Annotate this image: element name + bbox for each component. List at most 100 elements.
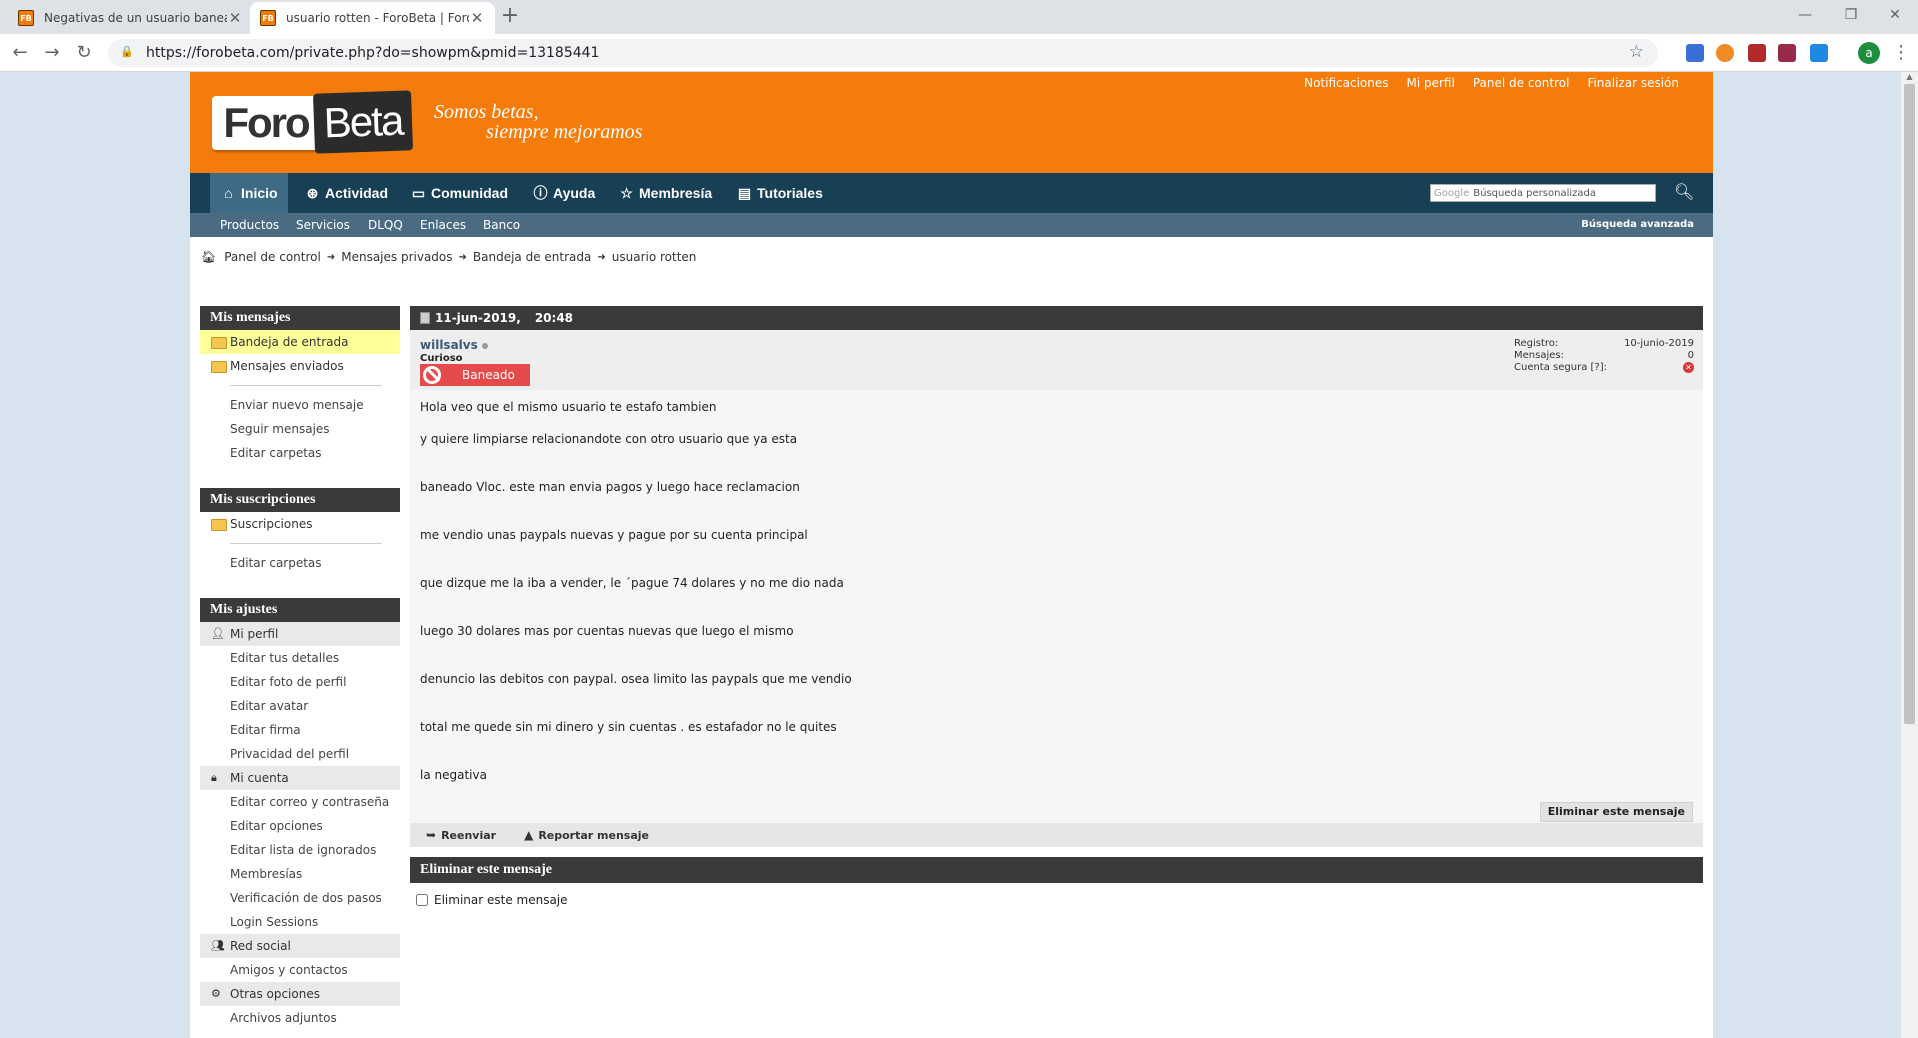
delete-checkbox-label: Eliminar este mensaje bbox=[434, 893, 568, 907]
subnav-enlaces[interactable]: Enlaces bbox=[420, 213, 466, 237]
sidebar-item[interactable]: Editar avatar bbox=[200, 694, 400, 718]
back-icon[interactable]: ← bbox=[8, 41, 32, 65]
subnav-servicios[interactable]: Servicios bbox=[296, 213, 350, 237]
browser-tab-2[interactable]: FB usuario rotten - ForoBeta | Foro de ✕ bbox=[250, 2, 495, 34]
sidebar-item-nuevo-mensaje[interactable]: Enviar nuevo mensaje bbox=[200, 393, 400, 417]
scrollbar-thumb[interactable] bbox=[1904, 84, 1915, 724]
browser-tab-1[interactable]: FB Negativas de un usuario baneado ✕ bbox=[8, 2, 253, 34]
nav-comunidad[interactable]: ▭ Comunidad bbox=[400, 173, 518, 213]
subnav-banco[interactable]: Banco bbox=[483, 213, 520, 237]
bookmark-star-icon[interactable]: ☆ bbox=[1629, 42, 1644, 62]
sidebar-item[interactable]: Archivos adjuntos bbox=[200, 1006, 400, 1030]
search-input[interactable]: Google Búsqueda personalizada bbox=[1430, 184, 1656, 202]
close-icon[interactable]: ✕ bbox=[469, 9, 485, 27]
link-finalizar-sesion[interactable]: Finalizar sesión bbox=[1587, 74, 1679, 92]
delete-message-button[interactable]: Eliminar este mensaje bbox=[1539, 802, 1693, 822]
forward-button[interactable]: ➥ Reenviar bbox=[426, 828, 496, 842]
sidebar-item[interactable]: Membresías bbox=[200, 862, 400, 886]
sidebar-item[interactable]: Editar correo y contraseña bbox=[200, 790, 400, 814]
nav-tutoriales[interactable]: ▤ Tutoriales bbox=[726, 173, 833, 213]
address-bar[interactable]: 🔒 https://forobeta.com/private.php?do=sh… bbox=[108, 39, 1658, 67]
link-mi-perfil[interactable]: Mi perfil bbox=[1407, 74, 1455, 92]
link-panel-de-control[interactable]: Panel de control bbox=[1473, 74, 1570, 92]
star-icon: ☆ bbox=[620, 184, 633, 201]
nav-membresia[interactable]: ☆ Membresía bbox=[608, 173, 722, 213]
link-notificaciones[interactable]: Notificaciones bbox=[1304, 74, 1388, 92]
search-placeholder: Búsqueda personalizada bbox=[1473, 187, 1596, 199]
main-nav: ⌂ Inicio ⊛ Actividad ▭ Comunidad ⓘ Ayuda… bbox=[190, 173, 1713, 213]
extension-red-shield-icon[interactable] bbox=[1778, 44, 1796, 62]
nav-actividad[interactable]: ⊛ Actividad bbox=[294, 173, 398, 213]
profile-avatar[interactable]: a bbox=[1858, 42, 1880, 64]
subnav-productos[interactable]: Productos bbox=[220, 213, 279, 237]
close-icon[interactable]: ✕ bbox=[227, 9, 243, 27]
message-userinfo: willsalvs Curioso Baneado Registro: 10-ju… bbox=[410, 330, 1703, 390]
reload-icon[interactable]: ↻ bbox=[72, 41, 96, 65]
restore-button[interactable]: ❐ bbox=[1836, 4, 1866, 26]
sidebar-item[interactable]: Amigos y contactos bbox=[200, 958, 400, 982]
extension-orange-icon[interactable] bbox=[1716, 44, 1734, 62]
extension-s-icon[interactable] bbox=[1810, 44, 1828, 62]
sidebar-section-red-social[interactable]: 👥︎ Red social bbox=[200, 934, 400, 958]
section-label: Red social bbox=[230, 939, 291, 953]
breadcrumb-mensajes[interactable]: Mensajes privados bbox=[341, 250, 452, 264]
sidebar-item-editar-carpetas[interactable]: Editar carpetas bbox=[200, 551, 400, 575]
sidebar-item-bandeja[interactable]: Bandeja de entrada bbox=[200, 330, 400, 354]
scroll-up-arrow-icon[interactable]: ▲ bbox=[1901, 72, 1918, 84]
section-label: Mi perfil bbox=[230, 627, 279, 641]
advanced-search-link[interactable]: Búsqueda avanzada bbox=[1581, 213, 1694, 237]
menu-kebab-icon[interactable]: ⋮ bbox=[1892, 42, 1910, 64]
slogan-line-1: Somos betas, bbox=[434, 101, 539, 123]
subnav-dlqq[interactable]: DLQQ bbox=[368, 213, 403, 237]
sidebar-item-editar-carpetas[interactable]: Editar carpetas bbox=[200, 441, 400, 465]
extension-shield-icon[interactable] bbox=[1748, 44, 1766, 62]
sidebar-item[interactable]: Privacidad del perfil bbox=[200, 742, 400, 766]
delete-checkbox[interactable] bbox=[416, 894, 428, 906]
stat-label-text: Cuenta segura bbox=[1514, 362, 1588, 373]
sidebar-heading: Mis mensajes bbox=[200, 306, 400, 330]
breadcrumb-panel[interactable]: Panel de control bbox=[224, 250, 321, 264]
username-link[interactable]: willsalvs bbox=[420, 338, 488, 352]
minimize-button[interactable]: — bbox=[1790, 4, 1820, 26]
page-scrollbar[interactable]: ▲ bbox=[1901, 72, 1918, 1038]
sidebar-item[interactable]: Login Sessions bbox=[200, 910, 400, 934]
sidebar-item[interactable]: Editar opciones bbox=[200, 814, 400, 838]
tab-title: usuario rotten - ForoBeta | Foro de bbox=[286, 11, 469, 25]
sidebar-item[interactable]: Editar firma bbox=[200, 718, 400, 742]
sidebar-item-seguir[interactable]: Seguir mensajes bbox=[200, 417, 400, 441]
badge-label: Baneado bbox=[462, 368, 515, 382]
extension-blocker-icon[interactable] bbox=[1686, 44, 1704, 62]
home-icon[interactable]: 🏠︎ bbox=[201, 250, 216, 264]
offline-status-icon bbox=[481, 342, 488, 349]
sidebar-item[interactable]: Editar foto de perfil bbox=[200, 670, 400, 694]
sidebar-section-mi-cuenta[interactable]: 🔒︎ Mi cuenta bbox=[200, 766, 400, 790]
header-top-links: Notificaciones Mi perfil Panel de contro… bbox=[1304, 74, 1679, 92]
forobeta-logo[interactable]: Foro Beta bbox=[212, 90, 414, 154]
sidebar-item-enviados[interactable]: Mensajes enviados bbox=[200, 354, 400, 378]
forward-icon[interactable]: → bbox=[40, 41, 64, 65]
sidebar-mis-mensajes: Mis mensajes Bandeja de entrada Mensajes… bbox=[200, 306, 400, 465]
nav-inicio[interactable]: ⌂ Inicio bbox=[210, 173, 288, 213]
sidebar-item[interactable]: Editar tus detalles bbox=[200, 646, 400, 670]
delete-section-heading: Eliminar este mensaje bbox=[410, 857, 1703, 883]
breadcrumb-bandeja[interactable]: Bandeja de entrada bbox=[473, 250, 591, 264]
home-icon: ⌂ bbox=[224, 185, 233, 201]
help-hint-link[interactable]: [?]: bbox=[1591, 362, 1607, 373]
breadcrumb-current: usuario rotten bbox=[611, 250, 697, 264]
sidebar-item[interactable]: Editar lista de ignorados bbox=[200, 838, 400, 862]
sidebar-item-suscripciones[interactable]: Suscripciones bbox=[200, 512, 400, 536]
message-line: Hola veo que el mismo usuario te estafo … bbox=[420, 400, 717, 414]
user-icon: 👤︎ bbox=[211, 627, 225, 640]
document-icon: ▤ bbox=[737, 184, 752, 201]
close-window-button[interactable]: ✕ bbox=[1880, 4, 1910, 26]
sidebar-section-mi-perfil[interactable]: 👤︎ Mi perfil bbox=[200, 622, 400, 646]
stat-label: Mensajes: bbox=[1514, 350, 1564, 361]
search-icon[interactable]: 🔍︎ bbox=[1674, 182, 1694, 201]
sidebar-section-otras[interactable]: ⚙︎ Otras opciones bbox=[200, 982, 400, 1006]
nav-ayuda[interactable]: ⓘ Ayuda bbox=[522, 173, 605, 213]
sidebar-item[interactable]: Verificación de dos pasos bbox=[200, 886, 400, 910]
tab-title: Negativas de un usuario baneado bbox=[44, 11, 227, 25]
url-text: https://forobeta.com/private.php?do=show… bbox=[146, 45, 600, 61]
report-button[interactable]: ▲ Reportar mensaje bbox=[524, 828, 649, 842]
new-tab-button[interactable]: + bbox=[498, 5, 522, 29]
